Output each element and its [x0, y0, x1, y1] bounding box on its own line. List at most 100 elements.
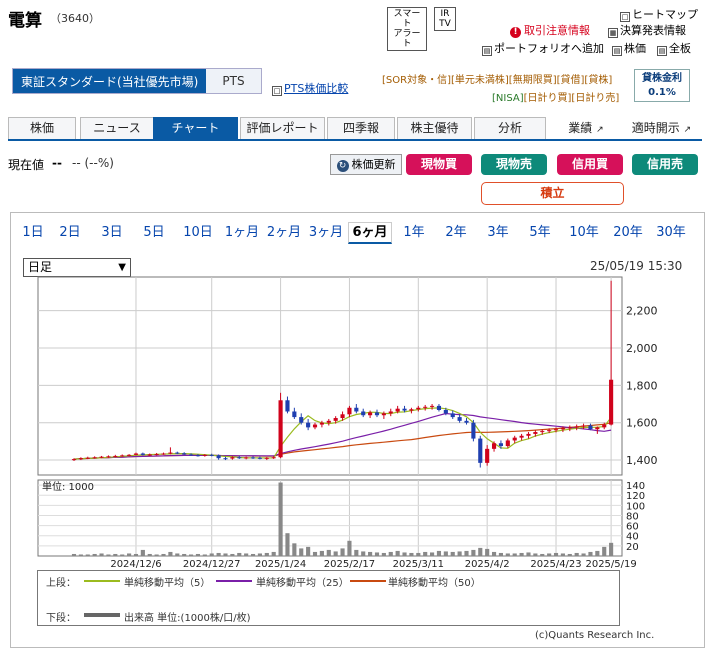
candle-body — [485, 448, 490, 463]
volume-bar — [306, 546, 311, 556]
candle-body — [430, 405, 435, 407]
volume-bar — [285, 533, 290, 556]
candle-body — [340, 414, 345, 419]
volume-bar — [436, 550, 442, 556]
volume-tick-label: 100 — [626, 501, 645, 512]
candle-body — [388, 411, 393, 414]
candle-body — [257, 457, 262, 459]
candle-body — [368, 412, 373, 416]
volume-bar — [154, 554, 159, 556]
volume-bar — [423, 551, 428, 556]
volume-bar — [505, 553, 510, 556]
candle-body — [230, 457, 235, 459]
volume-bar — [553, 552, 559, 556]
candle-body — [168, 452, 173, 454]
stock-chart: 2024/12/6 2024/12/27 2025/1/24 2025/2/17 202… — [37, 276, 658, 570]
candle-body — [264, 457, 269, 459]
ma5-swatch — [84, 580, 120, 582]
volume-bar — [416, 552, 421, 556]
volume-bar — [195, 553, 201, 556]
candle-body — [319, 422, 324, 425]
volume-bar — [202, 554, 207, 556]
candle-body — [581, 425, 586, 427]
volume-bar — [519, 552, 524, 556]
price-tick-label: 2,200 — [626, 305, 658, 318]
candle-body — [354, 407, 359, 412]
volume-bar — [395, 550, 400, 556]
candle-body — [602, 424, 607, 428]
candle-body — [312, 424, 318, 428]
ma50-swatch — [350, 580, 386, 582]
legend-ma5: 単純移動平均（5） — [124, 578, 211, 589]
candle-body — [285, 400, 290, 412]
candle-body — [567, 427, 572, 429]
volume-bar — [127, 553, 132, 556]
volume-bar — [182, 553, 187, 556]
candle-body — [491, 443, 497, 449]
volume-bar — [223, 553, 228, 556]
x-tick-label: 2024/12/6 — [110, 559, 161, 570]
volume-tick-label: 140 — [626, 481, 645, 492]
candle-body — [498, 443, 504, 447]
volume-bar — [409, 552, 414, 556]
volume-bar — [326, 549, 331, 556]
legend-ma50: 単純移動平均（50） — [388, 578, 481, 589]
volume-tick-label: 60 — [626, 522, 639, 533]
candle-body — [361, 411, 366, 416]
volume-bar — [140, 549, 145, 556]
volume-bar — [230, 553, 235, 556]
volume-bar — [354, 549, 359, 556]
candle-body — [443, 409, 448, 414]
candle-body — [326, 420, 331, 423]
volume-bar — [120, 554, 125, 556]
candle-body — [216, 455, 221, 459]
volume-bar — [216, 552, 221, 556]
candle-body — [147, 454, 152, 456]
volume-bar — [209, 553, 214, 556]
candle-body — [374, 412, 380, 416]
volume-tick-label: 80 — [626, 511, 639, 522]
price-tick-label: 2,000 — [626, 342, 658, 355]
volume-bar — [374, 552, 380, 556]
volume-bar — [147, 553, 152, 556]
candle-body — [92, 457, 97, 459]
candle-body — [333, 418, 338, 421]
volume-bar — [581, 553, 586, 556]
volume-bar — [92, 553, 97, 556]
legend-ma25: 単純移動平均（25） — [256, 578, 349, 589]
candle-body — [299, 417, 304, 423]
volume-bar — [312, 551, 318, 556]
volume-bar — [498, 552, 504, 556]
candle-body — [540, 431, 545, 433]
candle-body — [306, 422, 311, 428]
volume-bar — [361, 551, 366, 556]
x-tick-label: 2025/4/2 — [465, 559, 510, 570]
candle-body — [402, 408, 407, 411]
volume-bar — [271, 551, 276, 556]
x-tick-label: 2024/12/27 — [183, 559, 241, 570]
volume-bar — [292, 543, 297, 556]
volume-bar — [85, 554, 90, 556]
x-tick-label: 2025/1/24 — [255, 559, 306, 570]
volume-bar — [540, 553, 545, 556]
volume-bar — [347, 540, 352, 556]
candle-body — [574, 426, 579, 428]
volume-bar — [602, 546, 607, 556]
volume-bar — [450, 551, 455, 556]
candle-body — [113, 455, 118, 457]
candle-body — [478, 438, 483, 463]
volume-tick-label: 40 — [626, 532, 639, 543]
chart-legend: 上段： 単純移動平均（5） 単純移動平均（25） 単純移動平均（50） 下段： … — [37, 570, 620, 626]
volume-plot-frame — [37, 479, 623, 557]
volume-unit-label: 単位: 1000 — [42, 480, 94, 493]
candle-body — [292, 411, 297, 418]
candle-body — [464, 420, 469, 423]
candle-body — [595, 427, 600, 430]
candle-body — [161, 453, 166, 455]
candle-body — [237, 457, 242, 459]
volume-bar — [161, 553, 166, 556]
volume-bar — [299, 548, 304, 556]
candle-body — [209, 454, 214, 456]
candle-body — [409, 409, 414, 411]
volume-bar — [264, 552, 269, 556]
